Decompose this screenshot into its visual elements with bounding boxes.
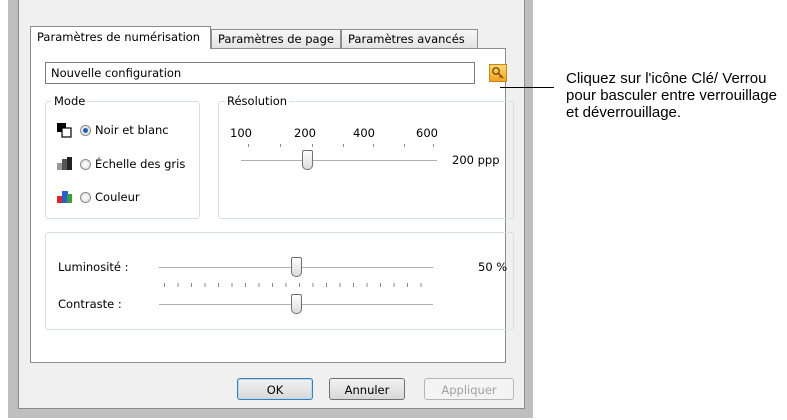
tab-advanced-settings[interactable]: Paramètres avancés	[341, 29, 478, 48]
resolution-tick	[433, 144, 434, 147]
resolution-tick	[343, 144, 344, 147]
resolution-tick-label: 400	[353, 126, 375, 140]
slider-tick-row	[164, 283, 434, 287]
resolution-slider-thumb[interactable]	[302, 150, 313, 170]
dialog-body: Paramètres de numérisation Paramètres de…	[18, 0, 525, 409]
tab-scan-settings[interactable]: Paramètres de numérisation	[30, 26, 211, 49]
dialog-window: Paramètres de numérisation Paramètres de…	[8, 0, 533, 418]
cancel-button[interactable]: Annuler	[329, 378, 405, 400]
ok-button[interactable]: OK	[237, 378, 313, 400]
mode-option-grayscale[interactable]: Échelle des gris	[56, 155, 185, 173]
brightness-value: 50 %	[478, 260, 508, 274]
brightness-label: Luminosité :	[58, 260, 129, 274]
radio-color[interactable]	[80, 191, 91, 203]
black-white-mode-icon	[56, 122, 74, 138]
mode-group-title: Mode	[52, 94, 88, 108]
mode-group: Mode Noir et blanc Échelle des gris Coul…	[45, 94, 200, 219]
scan-settings-panel: Mode Noir et blanc Échelle des gris	[30, 48, 514, 363]
resolution-value: 200 ppp	[452, 153, 500, 167]
resolution-tick	[373, 144, 374, 147]
mode-label-grayscale: Échelle des gris	[95, 157, 186, 171]
configuration-name-field[interactable]	[45, 62, 475, 84]
mode-label-black-white: Noir et blanc	[95, 123, 169, 137]
resolution-group: Résolution 100 200 400 600 200 ppp	[218, 94, 514, 219]
resolution-tick-label: 200	[294, 126, 316, 140]
brightness-slider-thumb[interactable]	[291, 257, 302, 277]
color-mode-icon	[56, 189, 74, 205]
mode-option-black-white[interactable]: Noir et blanc	[56, 121, 169, 139]
radio-black-white[interactable]	[80, 124, 91, 136]
grayscale-mode-icon	[56, 156, 74, 172]
brightness-contrast-group: Luminosité : 50 % Contraste :	[45, 232, 514, 330]
tab-page-settings[interactable]: Paramètres de page	[211, 29, 341, 48]
resolution-group-title: Résolution	[225, 94, 290, 108]
apply-button[interactable]: Appliquer	[424, 378, 514, 400]
radio-grayscale[interactable]	[80, 158, 91, 170]
resolution-tick	[280, 144, 281, 147]
mode-label-color: Couleur	[95, 190, 140, 204]
resolution-tick-label: 600	[416, 126, 438, 140]
callout-text: Cliquez sur l'icône Clé/ Verrou pour bas…	[566, 70, 777, 121]
resolution-slider-track[interactable]	[241, 160, 437, 162]
callout-leader-line	[500, 87, 554, 88]
key-lock-icon[interactable]	[489, 64, 507, 82]
mode-option-color[interactable]: Couleur	[56, 188, 140, 206]
contrast-slider-thumb[interactable]	[291, 294, 302, 314]
contrast-label: Contraste :	[58, 297, 122, 311]
resolution-tick-label: 100	[230, 126, 252, 140]
resolution-tick	[312, 144, 313, 147]
resolution-tick	[248, 144, 249, 147]
resolution-tick	[404, 144, 405, 147]
